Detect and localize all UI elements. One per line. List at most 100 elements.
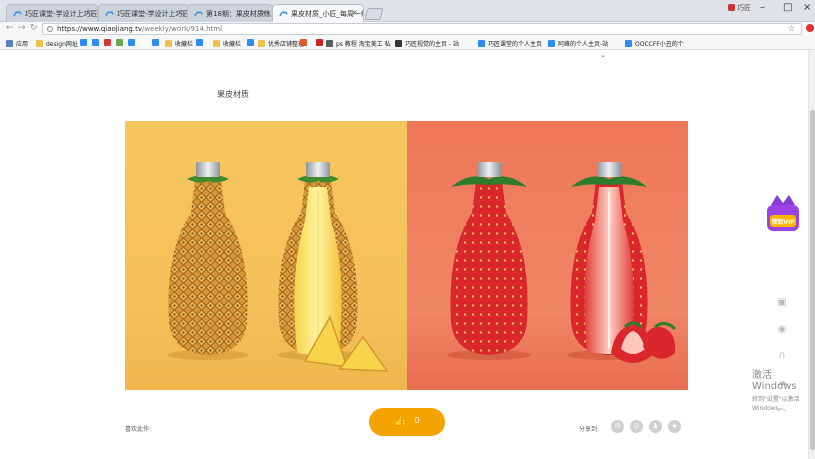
site-favicon-icon [105, 11, 114, 17]
tab-close-icon[interactable]: × [177, 8, 184, 17]
site-favicon-icon [279, 11, 288, 17]
qzone-icon[interactable]: ★ [668, 420, 681, 433]
bookmark-item[interactable] [152, 39, 162, 47]
bookmark-item[interactable] [140, 39, 150, 47]
profile-label: 巧匠 [737, 4, 751, 12]
back-arrow-icon[interactable]: ← [6, 23, 14, 33]
work-title: 果皮材质 [217, 90, 249, 99]
site-favicon-icon [194, 11, 203, 17]
qq-icon[interactable]: ♟ [649, 420, 662, 433]
bookmark-favicon-icon [128, 39, 135, 46]
like-button[interactable]: 👍 0 [369, 408, 445, 436]
bookmark-item[interactable]: design网址 [36, 39, 78, 48]
watermark-line2: 转到"设置"以激活 Windows。 [752, 396, 800, 412]
bookmark-item[interactable]: 阿峰的个人主页-站 [548, 39, 608, 48]
bookmark-item[interactable]: 巧匠视觉的主页 - 站 [395, 39, 459, 48]
bookmark-item[interactable] [92, 39, 102, 47]
close-window-button[interactable]: × [803, 2, 811, 13]
bookmark-favicon-icon [36, 40, 43, 47]
bookmark-favicon-icon [316, 39, 323, 46]
share-label: 分享到: [579, 426, 600, 433]
browser-toolbar: ← → ↻ https://www.qiaojiang.tv/weekly/wo… [0, 22, 815, 36]
bookmark-label: 收藏栏 [223, 41, 242, 48]
bookmark-favicon-icon [326, 40, 333, 47]
bookmark-favicon-icon [213, 40, 220, 47]
bookmark-favicon-icon [258, 40, 265, 47]
gift-icon[interactable]: ▣ [776, 297, 788, 309]
bookmark-label: 收藏栏 [175, 41, 194, 48]
bookmark-item[interactable] [80, 39, 90, 47]
bookmark-label: 巧匠课堂的个人主页 [488, 41, 543, 48]
tab-3[interactable]: 第18期：果皮材质练习 × [187, 4, 273, 22]
bookmark-label: 阿峰的个人主页-站 [558, 41, 609, 48]
tab-1[interactable]: 巧匠课堂-学设计上巧匠 × [6, 4, 98, 22]
tab-close-icon[interactable]: × [351, 8, 358, 17]
thumbs-up-icon: 👍 [394, 416, 407, 427]
bookmark-favicon-icon [152, 39, 159, 46]
new-tab-button[interactable] [364, 8, 384, 20]
profile-icon [728, 4, 735, 11]
bookmark-item[interactable]: 收藏栏 [213, 39, 241, 48]
bookmark-item[interactable] [247, 39, 257, 47]
bookmark-item[interactable] [316, 39, 326, 47]
lock-icon [47, 26, 53, 32]
bookmark-item[interactable]: 巧匠课堂的个人主页 [478, 39, 542, 48]
maximize-button[interactable]: □ [783, 2, 792, 13]
bookmark-favicon-icon [116, 39, 123, 46]
tab-4-active[interactable]: 果皮材质_小匠_每周一练 × [272, 4, 364, 22]
bookmark-favicon-icon [247, 39, 254, 46]
bookmark-favicon-icon [80, 39, 87, 46]
bookmark-favicon-icon [300, 39, 307, 46]
bookmark-favicon-icon [395, 40, 402, 47]
bookmark-star-icon[interactable]: ☆ [788, 24, 795, 33]
crown-icon [767, 195, 799, 231]
chat-icon[interactable]: ◉ [776, 324, 788, 336]
bookmark-item[interactable] [116, 39, 126, 47]
bookmark-label: 优秀店铺整理 [268, 41, 305, 48]
artwork-image [125, 121, 688, 390]
vip-label: 领取VIP [771, 219, 795, 226]
bookmark-favicon-icon [165, 40, 172, 47]
likers-label: 喜欢此作: [125, 426, 152, 433]
bookmark-label: OOCCFF小丑的个 [635, 41, 684, 48]
bookmark-item[interactable] [196, 39, 206, 47]
site-favicon-icon [13, 11, 22, 17]
bookmark-item[interactable] [300, 39, 310, 47]
bookmark-item[interactable] [128, 39, 138, 47]
bookmark-item[interactable]: ps 教程 淘宝美工 私 [326, 39, 391, 48]
dropdown-caret-icon: ⌄ [600, 51, 606, 59]
url-path: /weekly/work/914.html [141, 25, 223, 33]
bookmark-favicon-icon [104, 39, 111, 46]
bookmark-label: design网址 [46, 41, 78, 48]
bookmark-label: 巧匠视觉的主页 - 站 [405, 41, 459, 48]
headset-icon[interactable]: ∩ [776, 350, 788, 362]
vip-badge-button[interactable]: 领取VIP [765, 193, 801, 237]
profile-button[interactable]: 巧匠 [728, 3, 751, 13]
windows-activation-watermark: 激活 Windows 转到"设置"以激活 Windows。 [752, 366, 815, 412]
bookmark-favicon-icon [548, 40, 555, 47]
bookmark-item[interactable]: 收藏栏 [165, 39, 193, 48]
bookmarks-bar: 应用 design网址 收藏栏 收藏栏 优秀店铺整理 ps 教程 淘宝美工 私 巧匠视觉的主… [0, 36, 815, 50]
bookmark-label: ps 教程 淘宝美工 私 [336, 41, 391, 48]
tab-close-icon[interactable]: × [260, 8, 267, 17]
like-count: 0 [414, 416, 420, 425]
bookmark-favicon-icon [625, 40, 632, 47]
wechat-icon[interactable]: ✉ [611, 420, 624, 433]
bookmark-favicon-icon [6, 40, 13, 47]
extension-icon[interactable] [806, 24, 814, 32]
reload-icon[interactable]: ↻ [30, 23, 38, 33]
url-host: https://www.qiaojiang.tv [57, 25, 142, 33]
minimize-button[interactable]: – [760, 2, 765, 13]
weibo-icon[interactable]: ◎ [630, 420, 643, 433]
bookmark-item[interactable] [104, 39, 114, 47]
bookmark-item[interactable]: 应用 [6, 39, 28, 48]
address-bar[interactable]: https://www.qiaojiang.tv/weekly/work/914… [42, 23, 802, 35]
tab-2[interactable]: 巧匠课堂-学设计上巧匠 × [98, 4, 190, 22]
bookmark-favicon-icon [92, 39, 99, 46]
bookmark-item[interactable]: 优秀店铺整理 [258, 39, 304, 48]
fruit-bottles-illustration [168, 162, 677, 372]
watermark-line1: 激活 Windows [752, 370, 797, 392]
forward-arrow-icon[interactable]: → [18, 23, 26, 33]
bookmark-item[interactable]: OOCCFF小丑的个 [625, 39, 684, 48]
tab-close-icon[interactable]: × [85, 8, 92, 17]
